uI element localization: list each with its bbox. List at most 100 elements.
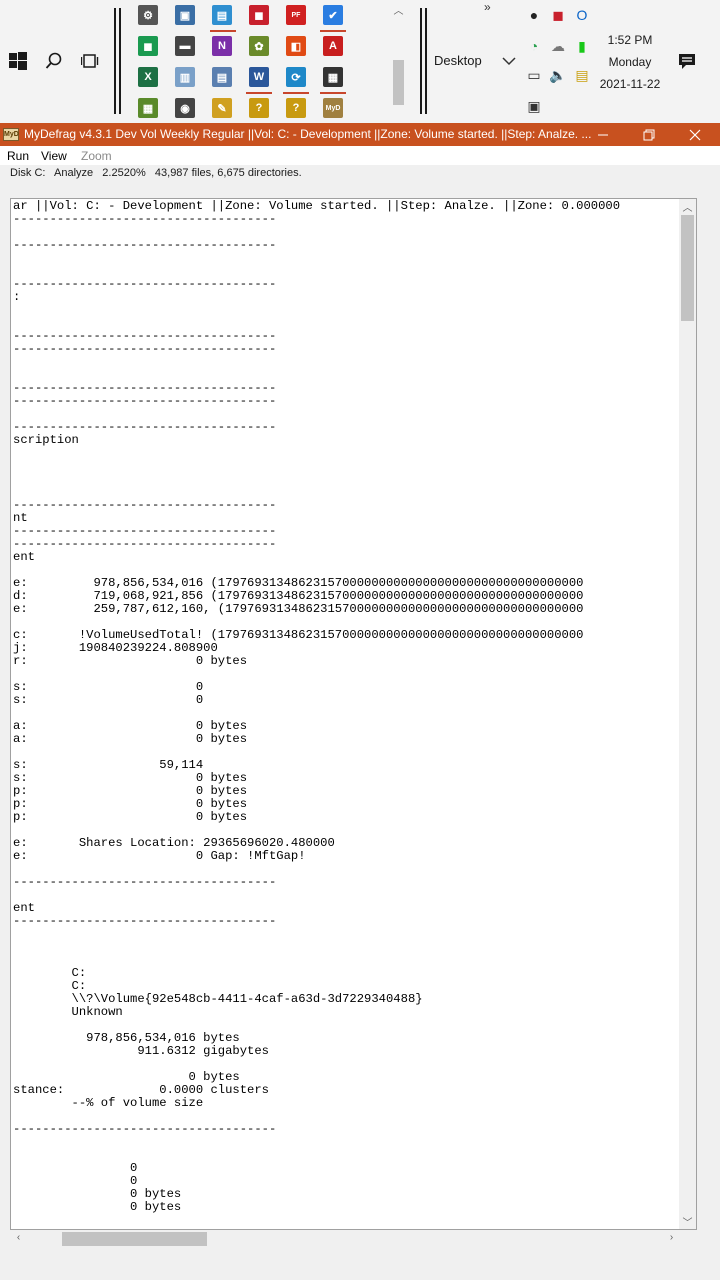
log-line: a: 0 bytes: [13, 732, 248, 746]
log-line: :: [13, 290, 21, 304]
network-icon[interactable]: ▭: [524, 65, 544, 85]
log-line: r: 0 bytes: [13, 654, 248, 668]
outlook-icon[interactable]: O: [572, 5, 592, 25]
onenote-icon[interactable]: N: [212, 36, 232, 56]
toolbar-separator: [114, 8, 116, 114]
toolbar-overflow-chevron-icon[interactable]: »: [484, 0, 491, 14]
minimize-button[interactable]: [580, 123, 626, 146]
scrollbar-thumb[interactable]: [62, 1232, 207, 1246]
scroll-left-arrow-icon[interactable]: ‹: [10, 1232, 27, 1243]
alarm-icon[interactable]: ◔: [524, 36, 544, 56]
log-line: e: 259,787,612,160, (1797693134862315700…: [13, 602, 584, 616]
log-line: p: 0 bytes: [13, 810, 248, 824]
toolbar-scrollbar[interactable]: ︿: [390, 0, 407, 121]
red-app-icon[interactable]: ◼: [249, 5, 269, 25]
log-output-pane[interactable]: ar ||Vol: C: - Development ||Zone: Volum…: [10, 198, 697, 1230]
acrobat-icon[interactable]: A: [323, 36, 343, 56]
help-icon[interactable]: ?: [249, 98, 269, 118]
window-title-bar[interactable]: MyD MyDefrag v4.3.1 Dev Vol Weekly Regul…: [0, 123, 720, 146]
log-line: ------------------------------------: [13, 342, 277, 356]
taskbar: ⚙ ▣ ▤ ◼ PF ✔ ◼ ▬ N ✿ ◧ A X ▥ ▤ W ⟳ ▦ ▦ ◉ ✎?? MyD ︿ » Desktop …: [0, 0, 720, 123]
scrollbar-thumb[interactable]: [393, 60, 404, 105]
clock[interactable]: 1:52 PM Monday 2021-11-22: [596, 29, 664, 95]
printer-icon[interactable]: ▣: [524, 96, 544, 116]
horizontal-scrollbar[interactable]: ‹ ›: [10, 1230, 680, 1248]
film-icon[interactable]: ▦: [323, 67, 343, 87]
clipboard-icon[interactable]: ▤: [572, 65, 592, 85]
menu-run[interactable]: Run: [7, 149, 29, 163]
paint-icon[interactable]: ✎: [212, 98, 232, 118]
action-center-icon[interactable]: [676, 50, 698, 72]
menu-view[interactable]: View: [41, 149, 67, 163]
log-line: ------------------------------------: [13, 212, 277, 226]
log-line: ------------------------------------: [13, 420, 277, 434]
restore-button[interactable]: [626, 123, 672, 146]
log-line: 911.6312 gigabytes: [13, 1044, 269, 1058]
document-icon[interactable]: ▤: [212, 67, 232, 87]
todo-icon[interactable]: ✔: [323, 5, 343, 25]
log-line: ------------------------------------: [13, 1122, 277, 1136]
spreadsheet-icon[interactable]: ▦: [138, 98, 158, 118]
log-line: 0 bytes: [13, 1200, 182, 1214]
menu-bar: Run View Zoom: [0, 146, 720, 165]
network-computer-icon[interactable]: ▣: [175, 5, 195, 25]
scroll-up-arrow-icon[interactable]: ︿: [679, 199, 696, 214]
task-view-button[interactable]: [78, 50, 102, 72]
log-line: ------------------------------------: [13, 537, 277, 551]
active-indicator: [210, 30, 236, 32]
start-button[interactable]: [6, 50, 30, 72]
red-tray-icon[interactable]: ◼: [548, 5, 568, 25]
mydefrag-app-icon[interactable]: MyD: [3, 128, 19, 141]
clock-day: Monday: [608, 55, 652, 69]
active-indicator: [246, 92, 272, 94]
close-button[interactable]: [672, 123, 718, 146]
onedrive-icon[interactable]: ☁: [548, 36, 568, 56]
vertical-scrollbar[interactable]: ︿ ﹀: [679, 199, 696, 1229]
excel-icon[interactable]: X: [138, 67, 158, 87]
disk-icon[interactable]: ▬: [175, 36, 195, 56]
task-view-icon: [81, 54, 99, 68]
menu-zoom[interactable]: Zoom: [81, 149, 112, 163]
sync-icon[interactable]: ⟳: [286, 67, 306, 87]
desktop-toolbar-label[interactable]: Desktop: [434, 53, 482, 68]
pdf-printer-icon[interactable]: PF: [286, 5, 306, 25]
volume-icon[interactable]: 🔈: [548, 65, 568, 85]
active-indicator: [283, 92, 309, 94]
help-file-icon[interactable]: ?: [286, 98, 306, 118]
log-line: ------------------------------------: [13, 238, 277, 252]
chevron-down-icon[interactable]: [502, 54, 516, 68]
log-line: Unknown: [13, 1005, 123, 1019]
windows-logo-icon: [9, 52, 27, 70]
mydefrag-icon[interactable]: MyD: [323, 98, 343, 118]
toolbar-separator: [420, 8, 422, 114]
scroll-up-arrow-icon[interactable]: ︿: [390, 2, 407, 17]
log-line: ent: [13, 550, 35, 564]
palm-tree-icon[interactable]: ✿: [249, 36, 269, 56]
window-title: MyDefrag v4.3.1 Dev Vol Weekly Regular |…: [24, 127, 592, 141]
os-badge-icon[interactable]: ●: [524, 5, 544, 25]
active-indicator: [320, 92, 346, 94]
search-button[interactable]: [42, 50, 66, 72]
scroll-down-arrow-icon[interactable]: ﹀: [679, 1214, 696, 1229]
log-line: scription: [13, 433, 79, 447]
camera-icon[interactable]: ◉: [175, 98, 195, 118]
green-app-icon[interactable]: ◼: [138, 36, 158, 56]
battery-icon[interactable]: ▮: [572, 36, 592, 56]
word-icon[interactable]: W: [249, 67, 269, 87]
control-panel-icon[interactable]: ▤: [212, 5, 232, 25]
log-line: ------------------------------------: [13, 394, 277, 408]
notepad-icon[interactable]: ▥: [175, 67, 195, 87]
clock-date: 2021-11-22: [599, 77, 661, 91]
scrollbar-thumb[interactable]: [681, 215, 694, 321]
scroll-right-arrow-icon[interactable]: ›: [663, 1232, 680, 1243]
office-icon[interactable]: ◧: [286, 36, 306, 56]
settings-icon[interactable]: ⚙: [138, 5, 158, 25]
